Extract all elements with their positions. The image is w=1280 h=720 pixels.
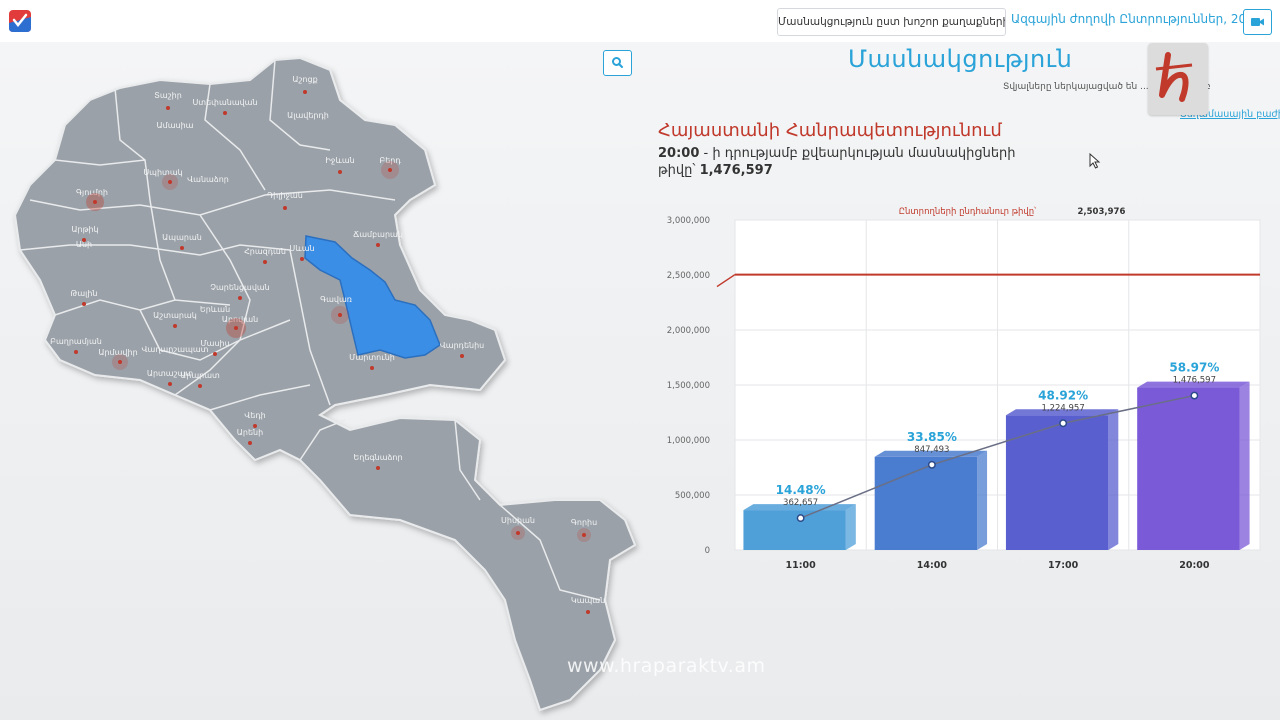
map-label-vardenis: Վարդենիս bbox=[440, 341, 484, 350]
bar bbox=[874, 456, 978, 550]
election-title[interactable]: Ազգային ժողովի Ընտրություններ, 2026 bbox=[1011, 12, 1261, 26]
video-camera-icon bbox=[1251, 18, 1264, 26]
turnout-line-1-text: - ի դրությամբ քվեարկության մասնակիցների bbox=[703, 146, 1016, 161]
y-tick-label: 2,000,000 bbox=[667, 326, 710, 336]
trend-point bbox=[1190, 391, 1199, 400]
reference-line-label: Ընտրողների ընդհանուր թիվը՝ bbox=[899, 206, 1036, 217]
x-tick-label: 17:00 bbox=[1048, 560, 1079, 571]
search-icon bbox=[612, 57, 623, 68]
map-label-yerevan: Երևան bbox=[200, 305, 230, 314]
app-logo-icon[interactable] bbox=[8, 9, 32, 33]
bar bbox=[1137, 387, 1240, 550]
panel-title: Մասնակցություն bbox=[848, 45, 1073, 73]
turnout-time: 20:00 bbox=[658, 146, 700, 161]
map-label-spitak: Սպիտակ bbox=[143, 168, 182, 177]
zoom-button[interactable] bbox=[603, 50, 632, 76]
map-label-ararat: Արարատ bbox=[180, 371, 220, 380]
map-label-artik: Արթիկ bbox=[71, 225, 98, 234]
trend-point bbox=[1059, 419, 1068, 428]
bar-side bbox=[1239, 381, 1250, 550]
map-label-alaverdi: Ալավերդի bbox=[287, 111, 329, 120]
trend-point bbox=[796, 514, 805, 523]
y-tick-label: 500,000 bbox=[675, 491, 710, 501]
map-label-yeghegnadzor: Եղեգնաձոր bbox=[353, 453, 402, 462]
map-label-ijevan: Իջևան bbox=[325, 156, 354, 165]
x-tick-label: 20:00 bbox=[1179, 560, 1210, 571]
watermark: www.hraparaktv.am bbox=[567, 655, 766, 677]
map-label-gavar: Գավառ bbox=[320, 295, 352, 304]
map-label-ashtarak: Աշտարակ bbox=[153, 311, 197, 320]
map-label-hrazdan: Հրազդան bbox=[244, 247, 286, 256]
y-tick-label: 0 bbox=[705, 546, 710, 556]
y-tick-label: 2,500,000 bbox=[667, 271, 710, 281]
reference-line-lead bbox=[716, 273, 736, 288]
turnout-chart: 0 500,000 1,000,000 1,500,000 2,000,000 2,500… bbox=[667, 206, 1261, 571]
map-label-goris: Գորիս bbox=[571, 518, 597, 527]
map-label-vedi: Վեդի bbox=[244, 411, 265, 420]
x-tick-label: 14:00 bbox=[917, 560, 948, 571]
bar-percent-label: 48.92% bbox=[1038, 388, 1088, 402]
video-button[interactable] bbox=[1243, 9, 1272, 35]
bar-side bbox=[845, 504, 856, 550]
map-label-charentsavan: Չարենցավան bbox=[210, 283, 270, 292]
map-label-martuni: Մարտունի bbox=[349, 353, 395, 362]
map-label-sisian: Սիսիան bbox=[501, 516, 535, 525]
reference-line-value: 2,503,976 bbox=[1078, 207, 1126, 217]
bar bbox=[743, 510, 846, 550]
bar-value-label: 847,493 bbox=[914, 445, 949, 455]
bar-value-label: 1,224,957 bbox=[1041, 403, 1084, 413]
hraparak-logo-icon bbox=[1155, 52, 1193, 102]
map-label-dilijan: Դիլիջան bbox=[267, 191, 303, 200]
bar-percent-label: 33.85% bbox=[907, 430, 957, 444]
y-tick-label: 1,000,000 bbox=[667, 436, 710, 446]
map-label-amasia: Աշոցք bbox=[292, 75, 317, 84]
turnout-count-label: թիվը՝ bbox=[658, 163, 696, 178]
map-label-sevan: Սևան bbox=[289, 244, 314, 253]
map-label-chambarak: Ճամբարակ bbox=[353, 230, 403, 239]
trend-point bbox=[927, 460, 936, 469]
map-label-vanadzor: Վանաձոր bbox=[187, 175, 229, 184]
x-tick-label: 11:00 bbox=[786, 560, 817, 571]
map-label-areni: Արենի bbox=[237, 428, 263, 437]
map-label-vagharshapat: Վաղարշապատ bbox=[142, 345, 209, 354]
bar-percent-label: 14.48% bbox=[776, 483, 826, 497]
region-heading: Հայաստանի Հանրապետությունում bbox=[658, 120, 1002, 141]
turnout-line-1: 20:00 - ի դրությամբ քվեարկության մասնակի… bbox=[658, 146, 1016, 161]
map-label-talin: Թալին bbox=[71, 289, 98, 298]
mouse-cursor-icon bbox=[1089, 153, 1101, 169]
y-tick-label: 1,500,000 bbox=[667, 381, 710, 391]
bar-value-label: 362,657 bbox=[783, 498, 818, 508]
bar-side bbox=[977, 450, 988, 550]
map-label-aparan: Ապարան bbox=[162, 233, 202, 242]
armenia-map[interactable]: Աշոցք Տաշիր Ստեփանավան Ալավերդի Ամասիա Ս… bbox=[0, 42, 650, 720]
turnout-by-cities-button[interactable]: Մասնակցություն ըստ խոշոր քաղաքների bbox=[777, 8, 1006, 36]
turnout-count: 1,476,597 bbox=[699, 163, 773, 178]
map-label-tashir: Տաշիր bbox=[154, 91, 182, 100]
top-bar: Մասնակցություն ըստ խոշոր քաղաքների Ազգայ… bbox=[0, 0, 1280, 42]
map-label-masis: Մասիս bbox=[200, 339, 229, 348]
y-tick-label: 3,000,000 bbox=[667, 216, 710, 226]
bar-value-label: 1,476,597 bbox=[1173, 376, 1216, 386]
map-label-stepanavan: Ստեփանավան bbox=[192, 98, 257, 107]
bar bbox=[1005, 415, 1109, 550]
map-label-kapan: Կապան bbox=[571, 596, 605, 605]
turnout-line-2: թիվը՝ 1,476,597 bbox=[658, 163, 773, 178]
map-label-amasia2: Ամասիա bbox=[157, 121, 194, 130]
bar-side bbox=[1108, 409, 1119, 550]
map-label-baghramyan: Բաղրամյան bbox=[50, 337, 102, 346]
hraparak-logo bbox=[1148, 43, 1208, 115]
bar-percent-label: 58.97% bbox=[1169, 361, 1219, 375]
